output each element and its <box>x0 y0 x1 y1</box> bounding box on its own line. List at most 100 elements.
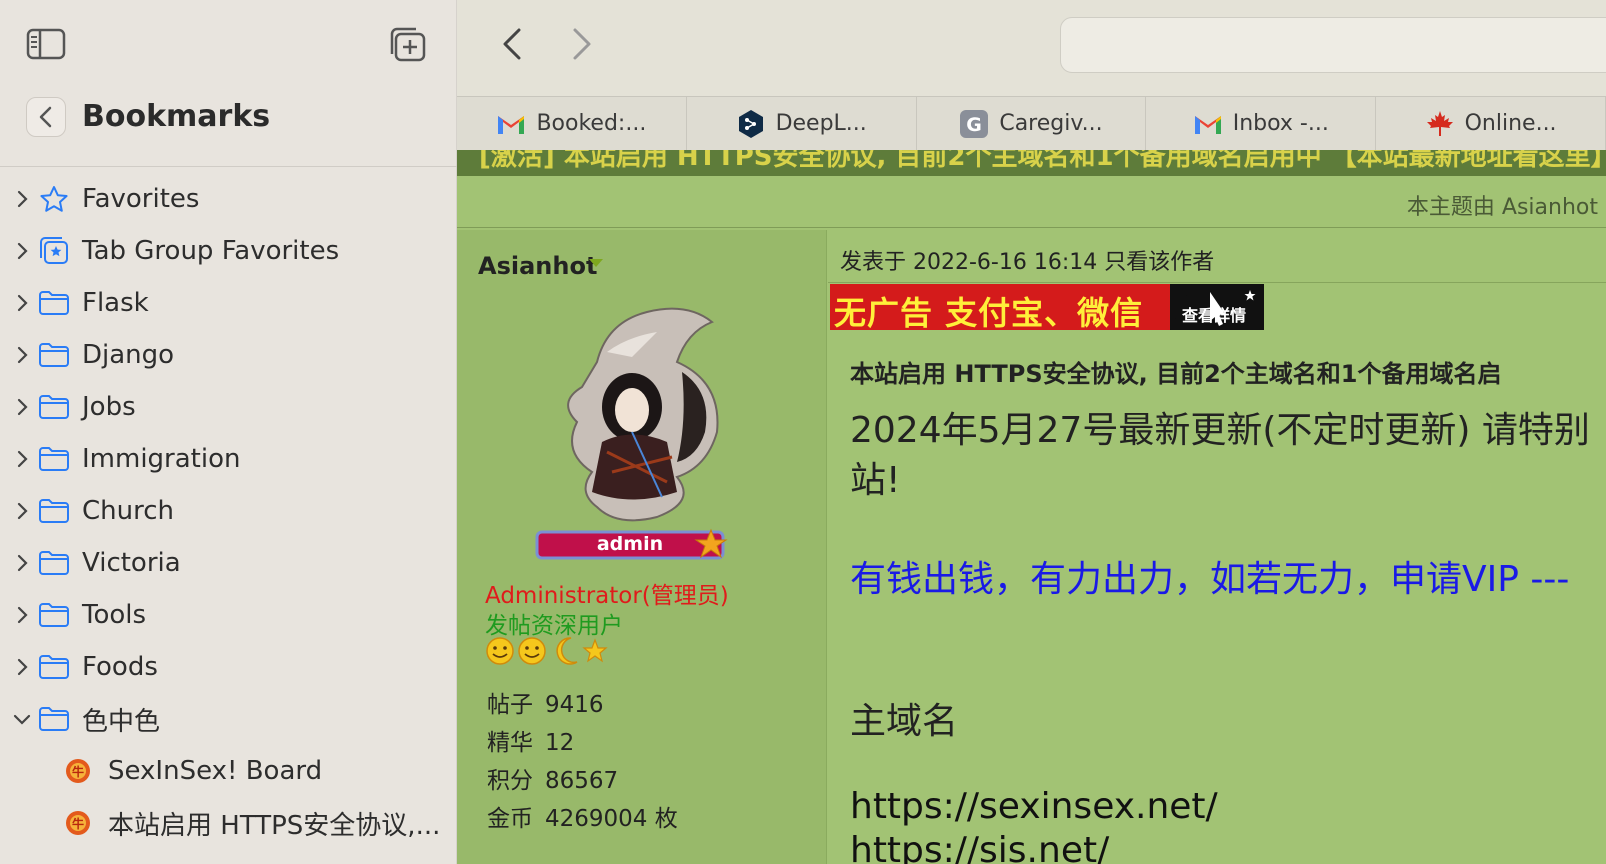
tab-label: Inbox -... <box>1232 111 1329 136</box>
admin-badge: admin <box>535 528 731 562</box>
tab-bar: Booked:... DeepL... G Caregiv... Inbox -… <box>457 97 1606 150</box>
bookmark-list: Favorites Tab Group Favorites Flask Djan… <box>0 173 457 849</box>
stat-value: 9416 <box>545 692 604 718</box>
post-url-link[interactable]: https://sexinsex.net/ <box>850 786 1218 827</box>
bookmark-folder-victoria[interactable]: Victoria <box>0 537 457 589</box>
author-name-link[interactable]: Asianhot <box>478 252 597 280</box>
tab-label: Booked:... <box>536 111 647 136</box>
tab-online[interactable]: Online... <box>1376 97 1606 150</box>
chevron-right-icon[interactable] <box>13 190 31 208</box>
gmail-icon <box>496 109 526 139</box>
post-update-line-1: 2024年5月27号最新更新(不定时更新) 请特别 <box>850 410 1590 451</box>
post-heading: 本站启用 HTTPS安全协议, 目前2个主域名和1个备用域名启 <box>850 360 1502 388</box>
post-url-link-2[interactable]: https://sis.net/ <box>850 830 1109 864</box>
chevron-right-icon[interactable] <box>13 346 31 364</box>
author-panel: Asianhot admin Administrator(管理员) 发帖资深用户 <box>457 230 827 864</box>
chevron-right-icon[interactable] <box>13 658 31 676</box>
folder-icon <box>39 603 69 627</box>
bookmark-folder-jobs[interactable]: Jobs <box>0 381 457 433</box>
bookmark-label: Victoria <box>82 548 181 578</box>
stat-label: 帖子 <box>487 692 533 718</box>
bookmark-folder-django[interactable]: Django <box>0 329 457 381</box>
folder-icon <box>39 343 69 367</box>
chevron-left-icon <box>39 106 52 128</box>
tab-booked[interactable]: Booked:... <box>457 97 687 150</box>
bookmark-label: Immigration <box>82 444 241 474</box>
bookmark-label: SexInSex! Board <box>108 756 323 786</box>
bookmark-folder-foods[interactable]: Foods <box>0 641 457 693</box>
chevron-right-icon[interactable] <box>13 606 31 624</box>
stat-digest: 精华 12 <box>487 723 690 761</box>
tab-label: Online... <box>1464 111 1557 136</box>
post-domain-label: 主域名 <box>850 701 959 742</box>
folder-icon <box>39 655 69 679</box>
tab-caregiver[interactable]: G Caregiv... <box>917 97 1147 150</box>
chevron-right-icon[interactable] <box>13 450 31 468</box>
sidebar-top-bar <box>0 0 457 90</box>
tab-inbox[interactable]: Inbox -... <box>1146 97 1377 150</box>
thread-title-strip: [激活] 本站启用 HTTPS安全协议, 目前2个主域名和1个备用域名启用中 【… <box>457 150 1606 176</box>
chevron-right-icon[interactable] <box>13 554 31 572</box>
tab-label: Caregiv... <box>999 111 1103 136</box>
chevron-down-icon[interactable] <box>13 710 31 728</box>
post-meta: 发表于 2022-6-16 16:14 只看该作者 <box>840 250 1215 275</box>
ad-detail-text: 查看詳情 <box>1182 306 1247 325</box>
ad-banner-right: 查看詳情 <box>1170 284 1264 330</box>
bookmark-label: Church <box>82 496 175 526</box>
back-arrow-icon[interactable] <box>497 26 527 62</box>
bookmark-link-https-notice[interactable]: 牛 本站启用 HTTPS安全协议,... <box>0 797 457 849</box>
bookmark-folder-church[interactable]: Church <box>0 485 457 537</box>
sidebar-header: Bookmarks <box>0 95 457 167</box>
folder-icon <box>39 395 69 419</box>
bookmark-label: Jobs <box>82 392 136 422</box>
sidebar-toggle-icon[interactable] <box>26 28 66 60</box>
svg-text:牛: 牛 <box>72 816 84 831</box>
bookmark-label: Foods <box>82 652 158 682</box>
folder-icon <box>39 707 69 731</box>
bookmark-folder-tools[interactable]: Tools <box>0 589 457 641</box>
chevron-right-icon[interactable] <box>13 398 31 416</box>
chevron-right-icon[interactable] <box>13 294 31 312</box>
tab-group-star-icon <box>40 237 68 264</box>
address-bar[interactable] <box>1060 17 1606 73</box>
bookmark-folder-immigration[interactable]: Immigration <box>0 433 457 485</box>
tab-label: DeepL... <box>775 111 867 136</box>
site-favicon-icon: 牛 <box>66 759 90 783</box>
author-role: Administrator(管理员) <box>485 583 729 609</box>
bookmark-item-favorites[interactable]: Favorites <box>0 173 457 225</box>
bookmark-folder-sezhongse[interactable]: 色中色 <box>0 693 457 745</box>
chevron-right-icon[interactable] <box>13 242 31 260</box>
maple-leaf-icon <box>1425 109 1455 139</box>
new-tab-group-icon[interactable] <box>388 26 428 64</box>
divider <box>828 282 1606 283</box>
folder-icon <box>39 551 69 575</box>
bookmarks-back-button[interactable] <box>26 97 66 137</box>
star-icon <box>40 186 68 212</box>
tab-deepl[interactable]: DeepL... <box>687 97 917 150</box>
stat-value: 86567 <box>545 768 619 794</box>
g-icon: G <box>959 109 989 139</box>
site-favicon-icon: 牛 <box>66 811 90 835</box>
forward-arrow-icon[interactable] <box>567 26 597 62</box>
post-vip-text: 有钱出钱，有力出力，如若无力，申请VIP --- <box>850 559 1570 600</box>
post-update-text: 2024年5月27号最新更新(不定时更新) 请特别 站! <box>850 406 1606 506</box>
author-avatar[interactable] <box>537 292 737 532</box>
chevron-right-icon[interactable] <box>13 502 31 520</box>
topic-by-text: 本主题由 Asianhot <box>1406 195 1598 220</box>
caret-down-icon[interactable] <box>589 259 603 267</box>
bookmark-folder-flask[interactable]: Flask <box>0 277 457 329</box>
bookmark-label: Tab Group Favorites <box>82 236 340 266</box>
bookmark-label: Django <box>82 340 175 370</box>
stat-value: 12 <box>545 730 575 756</box>
rank-stars-icon <box>486 637 608 665</box>
bookmark-item-tab-group-favorites[interactable]: Tab Group Favorites <box>0 225 457 277</box>
web-page-content: [激活] 本站启用 HTTPS安全协议, 目前2个主域名和1个备用域名启用中 【… <box>457 150 1606 864</box>
sidebar-title: Bookmarks <box>82 99 271 134</box>
post-body: 发表于 2022-6-16 16:14 只看该作者 无广告 支付宝、微信 查看詳… <box>828 230 1606 864</box>
folder-icon <box>39 447 69 471</box>
stat-label: 金币 <box>487 806 533 832</box>
browser-toolbar <box>457 0 1606 97</box>
ad-banner[interactable]: 无广告 支付宝、微信 查看詳情 <box>830 284 1264 330</box>
bookmark-link-sexinsex-board[interactable]: 牛 SexInSex! Board <box>0 745 457 797</box>
ad-banner-text: 无广告 支付宝、微信 <box>834 294 1144 330</box>
